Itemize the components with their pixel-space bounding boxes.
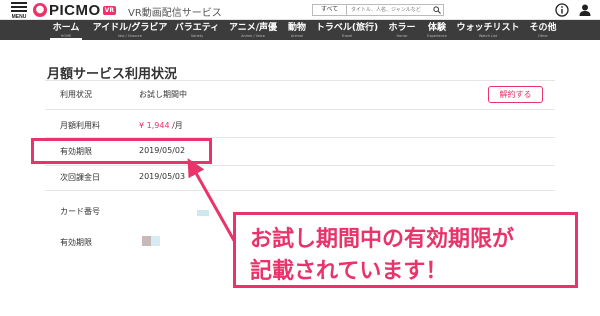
- logo-vr-badge: VR: [102, 5, 116, 15]
- nav-item-anime[interactable]: アニメ/声優 Anime / Voice: [227, 20, 279, 40]
- card-number-redacted: [197, 210, 209, 216]
- search-button[interactable]: [431, 5, 443, 15]
- hamburger-icon: [11, 2, 27, 4]
- row-divider: [45, 109, 555, 110]
- monthly-fee-label: 月額利用料: [60, 121, 100, 130]
- nav-item-other[interactable]: その他 Other: [528, 20, 558, 40]
- usage-status-value: お試し期間中: [139, 90, 187, 99]
- card-number-label: カード番号: [60, 207, 100, 216]
- nav-item-idol[interactable]: アイドル/グラビア Idol / Gravure: [90, 20, 170, 40]
- logo-mark-icon: ●: [33, 3, 47, 17]
- usage-status-label: 利用状況: [60, 90, 92, 99]
- next-billing-label: 次回課金日: [60, 173, 100, 182]
- site-tagline: VR動画配信サービス: [128, 8, 222, 19]
- picmo-logo[interactable]: ● PICMO VR: [33, 1, 116, 19]
- search-category-select[interactable]: すべて: [313, 5, 347, 15]
- menu-button[interactable]: MENU: [8, 2, 30, 20]
- annotation-callout: お試し期間中の有効期限が 記載されています！: [233, 212, 578, 288]
- info-icon[interactable]: [555, 3, 569, 17]
- nav-item-variety[interactable]: バラエティ Variety: [174, 20, 220, 40]
- monthly-fee-amount: ¥ 1,944: [139, 121, 170, 130]
- nav-item-horror[interactable]: ホラー Horror: [386, 20, 418, 40]
- monthly-fee-value: ¥ 1,944 /月: [139, 120, 183, 131]
- nav-item-experience[interactable]: 体験 Experience: [426, 20, 448, 40]
- title-divider: [45, 80, 555, 81]
- category-nav: ホーム HOME アイドル/グラビア Idol / Gravure バラエティ …: [0, 20, 600, 40]
- nav-item-watchlist[interactable]: ウォッチリスト Watch List: [456, 20, 520, 40]
- row-divider: [45, 165, 555, 166]
- cancel-subscription-button[interactable]: 解約する: [488, 86, 543, 103]
- annotation-line-2: 記載されています！: [250, 259, 448, 284]
- card-expiry-label: 有効期限: [60, 238, 92, 247]
- annotation-line-1: お試し期間中の有効期限が: [250, 227, 515, 252]
- search-icon: [433, 6, 441, 14]
- nav-item-travel[interactable]: トラベル(旅行) Travel: [314, 20, 380, 40]
- search-input[interactable]: [347, 5, 431, 15]
- user-icon[interactable]: [578, 3, 592, 17]
- monthly-fee-unit: /月: [169, 121, 183, 130]
- nav-item-animal[interactable]: 動物 Animal: [286, 20, 308, 40]
- logo-text: PICMO: [49, 1, 101, 19]
- nav-item-home[interactable]: ホーム HOME: [50, 20, 82, 40]
- search-bar: すべて: [312, 4, 444, 16]
- card-expiry-redacted: [142, 236, 160, 246]
- top-header: MENU ● PICMO VR VR動画配信サービス すべて: [0, 0, 600, 20]
- next-billing-value: 2019/05/03: [139, 172, 186, 181]
- expiry-highlight-box: [31, 138, 212, 164]
- row-divider: [45, 190, 555, 191]
